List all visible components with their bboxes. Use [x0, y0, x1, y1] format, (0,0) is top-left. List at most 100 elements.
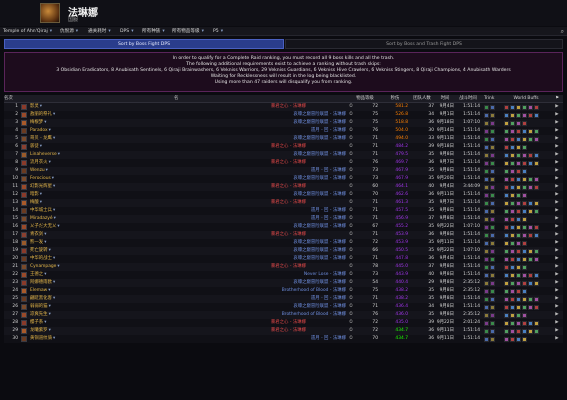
world-buff-icon[interactable]	[516, 288, 521, 294]
table-row[interactable]: 7 Linaheverse▾ 哀嚎之巅冒险联盟 - 法琳娜 ⏲ 71 479.5 35 9月8…	[4, 151, 563, 159]
world-buff-icon[interactable]	[522, 232, 527, 238]
trinket-icon[interactable]	[484, 224, 489, 230]
player-name[interactable]: 影灵▾	[30, 103, 190, 111]
world-buff-icon[interactable]	[534, 200, 539, 206]
world-buff-icon[interactable]	[510, 256, 515, 262]
kill-date[interactable]: 9月14日	[436, 127, 454, 135]
kill-date[interactable]: 9月18日	[436, 143, 454, 151]
metric-select[interactable]: 仇恨源 ▾	[60, 28, 78, 35]
player-name-text[interactable]: Elemaw	[30, 288, 47, 293]
world-buff-icon[interactable]	[516, 264, 521, 270]
kill-date[interactable]: 9月11日	[436, 239, 454, 247]
world-buff-icon[interactable]	[522, 224, 527, 230]
world-buff-icon[interactable]	[534, 320, 539, 326]
col-duration-header[interactable]: 战斗时间	[456, 95, 480, 103]
trinket-icon[interactable]	[490, 168, 495, 174]
world-buff-icon[interactable]	[510, 184, 515, 190]
world-buff-icon[interactable]	[534, 136, 539, 142]
world-buff-icon[interactable]	[516, 320, 521, 326]
kill-date[interactable]: 9月22日	[436, 223, 454, 231]
world-buff-icon[interactable]	[504, 288, 509, 294]
kill-date[interactable]: 9月22日	[436, 319, 454, 327]
world-buff-icon[interactable]	[516, 128, 521, 134]
world-buff-icon[interactable]	[534, 184, 539, 190]
world-buff-icon[interactable]	[534, 296, 539, 302]
world-buff-icon[interactable]	[504, 296, 509, 302]
chevron-down-icon[interactable]: ▾	[49, 312, 51, 317]
trinket-icon[interactable]	[484, 120, 489, 126]
report-link-icon[interactable]: ▶	[552, 327, 562, 335]
world-buff-icon[interactable]	[504, 336, 509, 342]
world-buff-icon[interactable]	[510, 176, 515, 182]
report-link-icon[interactable]: ▶	[552, 247, 562, 255]
player-name[interactable]: 哥贝 - 龙鹰▾	[30, 135, 190, 143]
trinket-icon[interactable]	[484, 248, 489, 254]
world-buff-icon[interactable]	[510, 224, 515, 230]
player-name-text[interactable]: 王德之	[30, 272, 43, 277]
kill-date[interactable]: 9月7日	[436, 199, 454, 207]
world-buff-icon[interactable]	[504, 168, 509, 174]
world-buff-icon[interactable]	[510, 280, 515, 286]
trinket-icon[interactable]	[484, 296, 489, 302]
world-buff-icon[interactable]	[528, 128, 533, 134]
trinket-icon[interactable]	[484, 304, 489, 310]
kill-date[interactable]: 9月11日	[436, 327, 454, 335]
chevron-down-icon[interactable]: ▾	[44, 240, 46, 245]
player-name[interactable]: Cynampage▾	[30, 263, 190, 271]
kill-date[interactable]: 9月11日	[436, 135, 454, 143]
world-buff-icon[interactable]	[516, 200, 521, 206]
world-buff-icon[interactable]	[516, 168, 521, 174]
player-name[interactable]: 王德之▾	[30, 271, 190, 279]
world-buff-icon[interactable]	[528, 304, 533, 310]
world-buff-icon[interactable]	[534, 280, 539, 286]
world-buff-icon[interactable]	[510, 208, 515, 214]
trinket-icon[interactable]	[484, 256, 489, 262]
world-buff-icon[interactable]	[528, 256, 533, 262]
world-buff-icon[interactable]	[522, 336, 527, 342]
world-buff-icon[interactable]	[510, 304, 515, 310]
col-raid-size-header[interactable]: 团队人数	[408, 95, 436, 103]
world-buff-icon[interactable]	[528, 280, 533, 286]
world-buff-icon[interactable]	[522, 312, 527, 318]
world-buff-icon[interactable]	[504, 128, 509, 134]
trinket-icon[interactable]	[484, 336, 489, 342]
world-buff-icon[interactable]	[534, 208, 539, 214]
world-buff-icon[interactable]	[510, 248, 515, 254]
world-buff-icon[interactable]	[510, 296, 515, 302]
player-name[interactable]: 死亡旋转▾	[30, 247, 190, 255]
world-buff-icon[interactable]	[522, 288, 527, 294]
world-buff-icon[interactable]	[516, 120, 521, 126]
trinket-icon[interactable]	[484, 176, 489, 182]
world-buff-icon[interactable]	[510, 112, 515, 118]
trinket-icon[interactable]	[490, 104, 495, 110]
world-buff-icon[interactable]	[522, 328, 527, 334]
kill-date[interactable]: 9月20日	[436, 175, 454, 183]
world-buff-icon[interactable]	[522, 272, 527, 278]
trinket-icon[interactable]	[490, 272, 495, 278]
guild-name[interactable]: 遗月 - 回 - 法琳娜	[204, 215, 346, 223]
world-buff-icon[interactable]	[516, 328, 521, 334]
kill-date[interactable]: 9月8日	[436, 263, 454, 271]
server-name[interactable]: 暴君之心 - 法琳娜	[194, 199, 306, 207]
world-buff-icon[interactable]	[528, 112, 533, 118]
world-buff-icon[interactable]	[504, 224, 509, 230]
player-name[interactable]: 暗影▾	[30, 191, 190, 199]
chevron-down-icon[interactable]: ▾	[57, 224, 59, 229]
world-buff-icon[interactable]	[510, 120, 515, 126]
world-buff-icon[interactable]	[522, 168, 527, 174]
col-dps-header[interactable]: 秒伤	[382, 95, 408, 103]
table-row[interactable]: 22 王德之▾ Never Lose - 法琳娜 ⏲ 73 443.9 40 9月8日 1:51…	[4, 271, 563, 279]
search-icon[interactable]: ⌕	[561, 28, 564, 35]
player-name[interactable]: 黄铜道纹骑▾	[30, 335, 190, 343]
chevron-down-icon[interactable]: ▾	[40, 104, 42, 109]
kill-date[interactable]: 9月8日	[436, 303, 454, 311]
chevron-down-icon[interactable]: ▾	[49, 128, 51, 133]
trinket-icon[interactable]	[490, 160, 495, 166]
report-link-icon[interactable]: ▶	[552, 231, 562, 239]
world-buff-icon[interactable]	[522, 136, 527, 142]
server-name[interactable]: 暴君之心 - 法琳娜	[194, 143, 306, 151]
world-buff-icon[interactable]	[522, 128, 527, 134]
trinket-icon[interactable]	[490, 280, 495, 286]
player-name-text[interactable]: Wenzu	[30, 168, 45, 173]
kill-date[interactable]: 9月4日	[436, 103, 454, 111]
